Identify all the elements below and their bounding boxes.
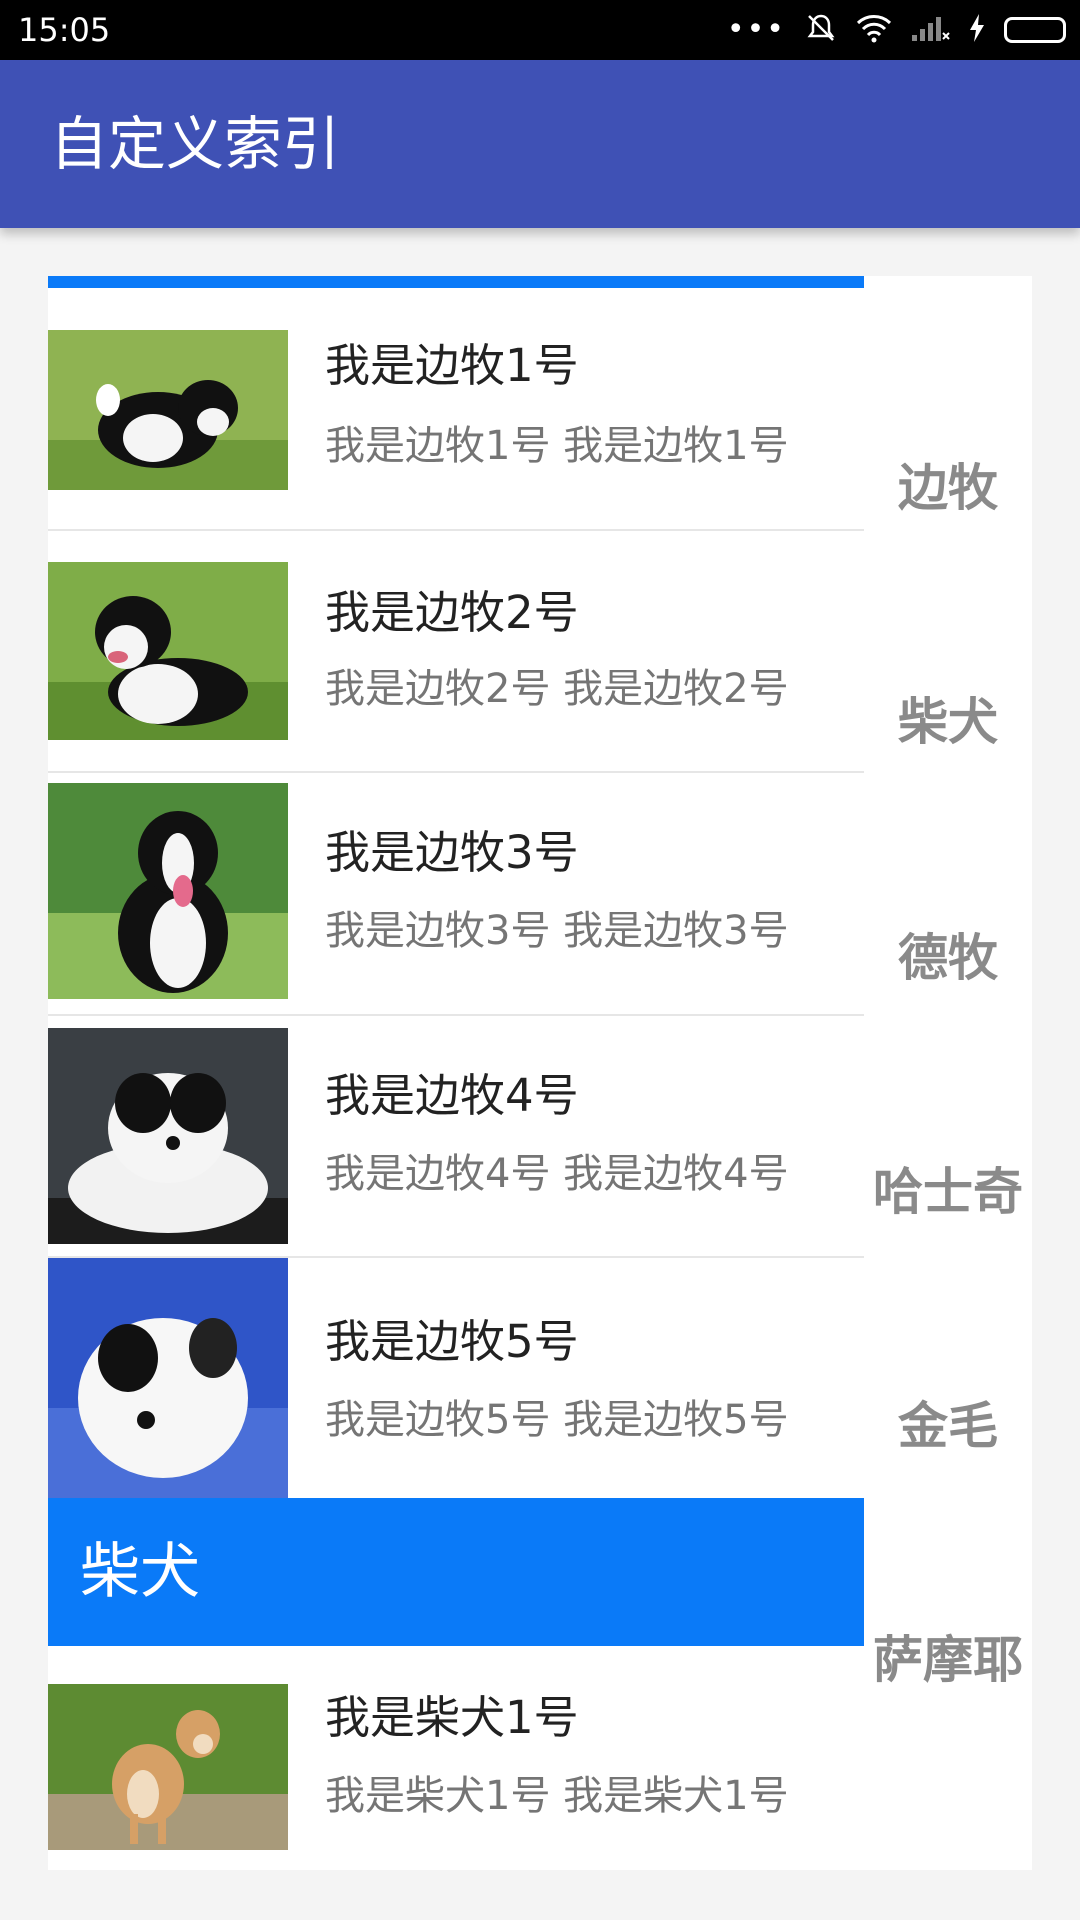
- list-item[interactable]: 我是边牧3号 我是边牧3号 我是边牧3号: [48, 773, 864, 1016]
- page-title: 自定义索引: [50, 110, 341, 178]
- index-item-golden-retriever[interactable]: 金毛: [864, 1396, 1032, 1456]
- index-item-shiba[interactable]: 柴犬: [864, 692, 1032, 752]
- list-item[interactable]: 我是边牧4号 我是边牧4号 我是边牧4号: [48, 1016, 864, 1258]
- dog-thumbnail: [48, 783, 288, 999]
- wifi-icon: [856, 13, 892, 47]
- item-subtitle: 我是边牧2号 我是边牧2号: [325, 666, 789, 712]
- dog-thumbnail: [48, 330, 288, 490]
- section-header-label: 柴犬: [80, 1537, 200, 1607]
- list-item[interactable]: 我是边牧2号 我是边牧2号 我是边牧2号: [48, 531, 864, 773]
- index-item-german-shepherd[interactable]: 德牧: [864, 928, 1032, 988]
- index-item-border-collie[interactable]: 边牧: [864, 458, 1032, 518]
- item-subtitle: 我是边牧1号 我是边牧1号: [325, 423, 789, 469]
- dog-thumbnail: [48, 1684, 288, 1850]
- content-card: 我是边牧1号 我是边牧1号 我是边牧1号 我是边牧2号 我是边牧2号 我是边牧2…: [48, 276, 1032, 1870]
- item-title: 我是柴犬1号: [325, 1691, 579, 1744]
- item-title: 我是边牧4号: [325, 1069, 579, 1122]
- status-time: 15:05: [18, 11, 111, 49]
- more-dots-icon: •••: [726, 12, 786, 47]
- section-header: 柴犬: [48, 1498, 864, 1646]
- charging-icon: [968, 13, 986, 47]
- item-subtitle: 我是边牧5号 我是边牧5号: [325, 1397, 789, 1443]
- index-item-husky[interactable]: 哈士奇: [864, 1162, 1032, 1222]
- list-item[interactable]: 我是柴犬1号 我是柴犬1号 我是柴犬1号: [48, 1646, 864, 1870]
- status-icons: •••: [727, 12, 1066, 48]
- index-sidebar[interactable]: 边牧 柴犬 德牧 哈士奇 金毛 萨摩耶: [864, 276, 1032, 1870]
- item-subtitle: 我是边牧3号 我是边牧3号: [325, 908, 789, 954]
- app-bar: 自定义索引: [0, 60, 1080, 228]
- list-item[interactable]: 我是边牧5号 我是边牧5号 我是边牧5号: [48, 1258, 864, 1498]
- item-title: 我是边牧1号: [325, 339, 579, 392]
- item-subtitle: 我是边牧4号 我是边牧4号: [325, 1151, 789, 1197]
- signal-icon: [910, 13, 950, 47]
- dog-thumbnail: [48, 562, 288, 740]
- mute-icon: [804, 11, 838, 49]
- item-subtitle: 我是柴犬1号 我是柴犬1号: [325, 1773, 789, 1819]
- status-bar: 15:05 •••: [0, 0, 1080, 60]
- item-title: 我是边牧5号: [325, 1315, 579, 1368]
- item-title: 我是边牧3号: [325, 826, 579, 879]
- section-header-strip: [48, 276, 864, 288]
- index-item-samoyed[interactable]: 萨摩耶: [864, 1630, 1032, 1690]
- dog-thumbnail: [48, 1258, 288, 1498]
- dog-list[interactable]: 我是边牧1号 我是边牧1号 我是边牧1号 我是边牧2号 我是边牧2号 我是边牧2…: [48, 276, 864, 1870]
- item-title: 我是边牧2号: [325, 586, 579, 639]
- battery-icon: [1004, 17, 1066, 43]
- dog-thumbnail: [48, 1028, 288, 1244]
- list-item[interactable]: 我是边牧1号 我是边牧1号 我是边牧1号: [48, 288, 864, 531]
